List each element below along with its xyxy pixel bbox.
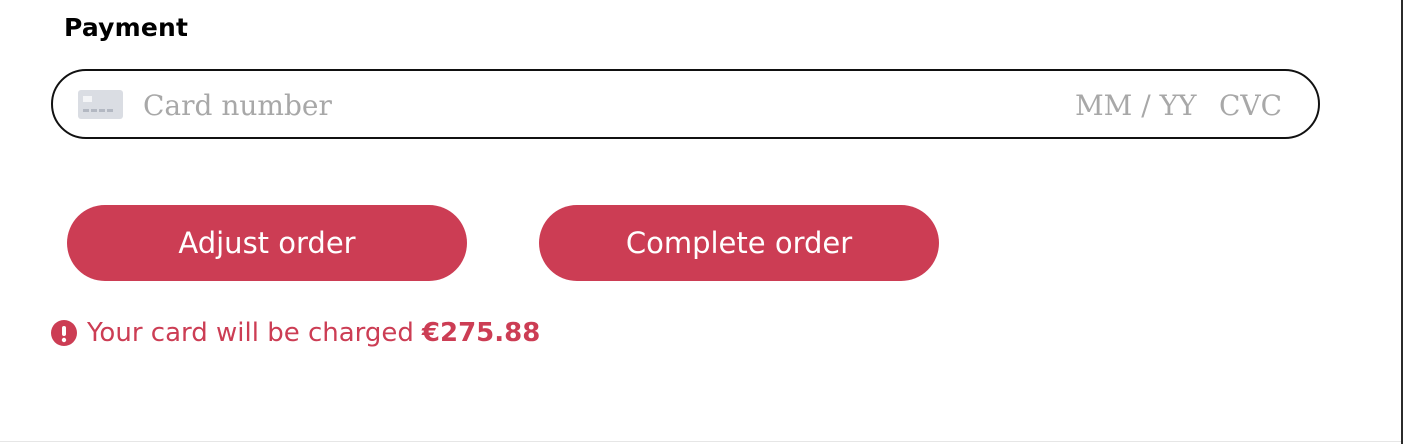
charge-amount: €275.88 [421,318,541,348]
charge-notice: Your card will be charged €275.88 [51,314,540,352]
exclamation-circle-icon [51,320,77,346]
cvc-input[interactable] [1219,87,1291,123]
expiry-date-input[interactable] [1075,87,1203,123]
card-input-field[interactable] [51,69,1320,139]
charge-notice-text: Your card will be charged [87,318,414,348]
adjust-order-button[interactable]: Adjust order [67,205,467,281]
credit-card-icon [78,90,123,119]
card-number-input[interactable] [143,87,843,123]
complete-order-button[interactable]: Complete order [539,205,939,281]
window-right-edge [1401,0,1403,444]
payment-heading: Payment [64,13,189,42]
bottom-divider [0,441,1401,442]
